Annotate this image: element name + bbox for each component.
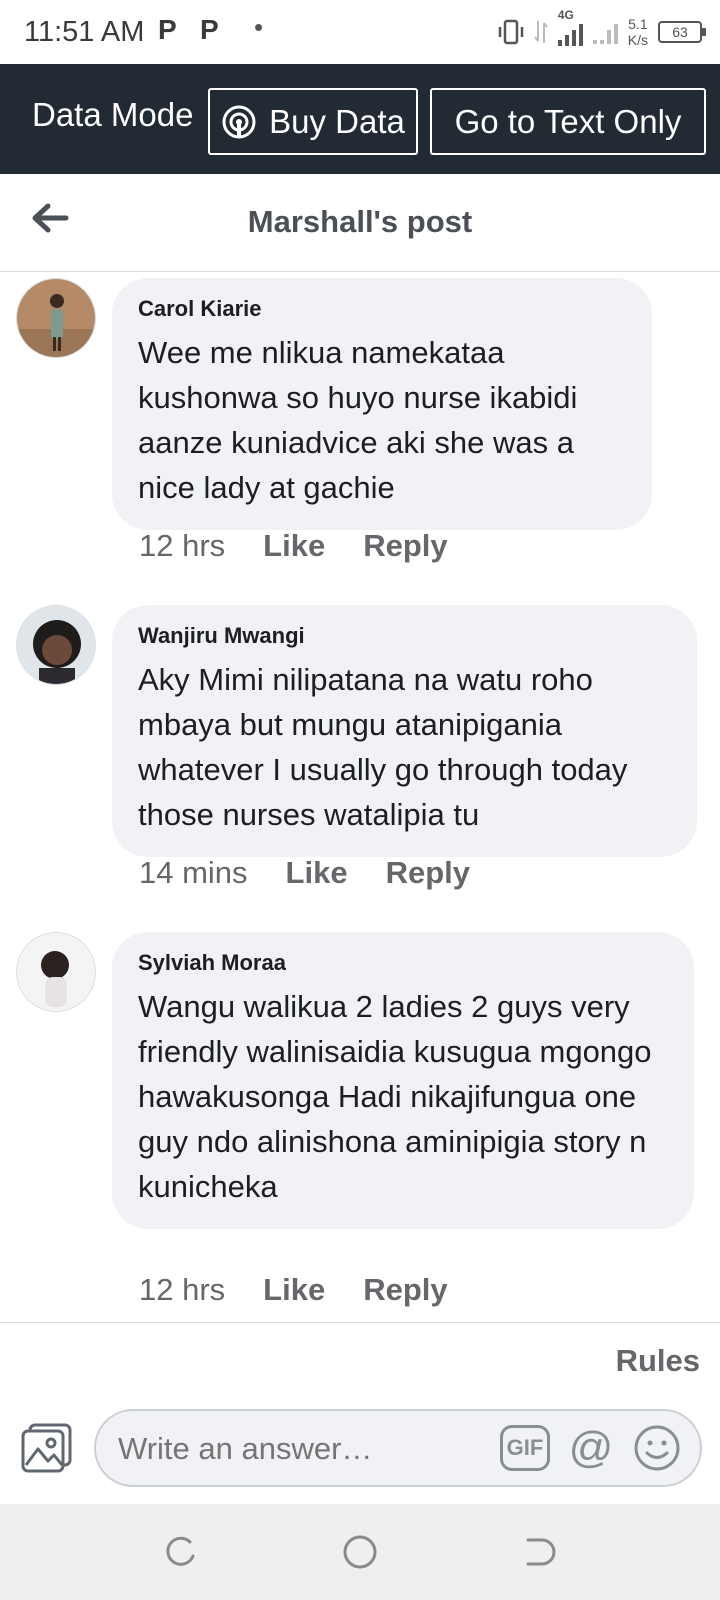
like-button[interactable]: Like [263, 1272, 325, 1308]
network-speed: 5.1 K/s [627, 16, 648, 48]
text-only-button[interactable]: Go to Text Only [430, 88, 706, 155]
broadcast-icon [222, 105, 256, 138]
comment-text: Wee me nlikua namekataa kushonwa so huyo… [138, 335, 578, 505]
composer-area: Rules GIF @ [0, 1322, 720, 1504]
avatar-image [17, 606, 95, 684]
recent-apps-icon [166, 1536, 195, 1566]
home-button[interactable] [340, 1532, 380, 1572]
like-button[interactable]: Like [263, 528, 325, 564]
photo-button[interactable] [20, 1423, 74, 1473]
system-nav-bar [0, 1504, 720, 1600]
vibrate-icon [498, 19, 524, 45]
comment-bubble: Wanjiru Mwangi Aky Mimi nilipatana na wa… [112, 605, 697, 857]
signal-4g-icon: 4G [557, 8, 583, 46]
back-nav-icon [526, 1538, 556, 1566]
notification-dot-icon: • [254, 12, 264, 42]
comment-actions: 12 hrs Like Reply [139, 528, 448, 564]
notification-p-icon: P [158, 14, 177, 45]
answer-box[interactable]: GIF @ [94, 1409, 702, 1487]
photo-icon [21, 1423, 72, 1473]
emoji-icon [634, 1425, 680, 1471]
status-time: 11:51 AM [24, 16, 145, 48]
reply-button[interactable]: Reply [386, 855, 470, 891]
comment-actions: 12 hrs Like Reply [139, 1272, 448, 1308]
back-nav-button[interactable] [520, 1532, 560, 1572]
comment-author[interactable]: Sylviah Moraa [138, 950, 668, 976]
avatar-image [17, 933, 95, 1011]
comment-bubble: Sylviah Moraa Wangu walikua 2 ladies 2 g… [112, 932, 694, 1229]
like-button[interactable]: Like [286, 855, 348, 891]
avatar[interactable] [16, 932, 96, 1012]
comment-bubble: Carol Kiarie Wee me nlikua namekataa kus… [112, 278, 652, 530]
battery-icon: 63 [658, 21, 706, 43]
gif-button[interactable]: GIF [500, 1425, 550, 1471]
data-transfer-icon [533, 21, 548, 43]
text-only-label: Go to Text Only [454, 102, 682, 140]
avatar[interactable] [16, 605, 96, 685]
comment-time[interactable]: 12 hrs [139, 1272, 225, 1308]
avatar[interactable] [16, 278, 96, 358]
page-title: Marshall's post [247, 204, 473, 239]
data-mode-label: Data Mode [32, 96, 194, 133]
signal-sim2-icon [592, 20, 618, 44]
answer-input[interactable] [118, 1431, 478, 1467]
status-bar: 11:51 AM P P • 4G 5.1 K/s 63 [0, 0, 720, 64]
comment-text: Aky Mimi nilipatana na watu roho mbaya b… [138, 662, 628, 832]
data-mode-bar: Data Mode Buy Data Go to Text Only [0, 64, 720, 174]
buy-data-button[interactable]: Buy Data [208, 88, 418, 155]
reply-button[interactable]: Reply [363, 528, 447, 564]
comment-author[interactable]: Carol Kiarie [138, 296, 626, 322]
reply-button[interactable]: Reply [363, 1272, 447, 1308]
home-icon [343, 1535, 377, 1569]
emoji-button[interactable] [632, 1423, 682, 1473]
avatar-image [17, 279, 95, 357]
comment-time[interactable]: 12 hrs [139, 528, 225, 564]
comment-actions: 14 mins Like Reply [139, 855, 470, 891]
recent-apps-button[interactable] [160, 1532, 200, 1572]
status-icons: 4G 5.1 K/s 63 [498, 8, 706, 50]
comment-text: Wangu walikua 2 ladies 2 guys very frien… [138, 989, 652, 1204]
rules-link[interactable]: Rules [616, 1343, 700, 1379]
notification-p-icon: P [200, 14, 219, 45]
comment-time[interactable]: 14 mins [139, 855, 248, 891]
buy-data-label: Buy Data [269, 102, 405, 140]
post-header: Marshall's post [0, 174, 720, 272]
mention-button[interactable]: @ [566, 1423, 616, 1473]
comment-author[interactable]: Wanjiru Mwangi [138, 623, 671, 649]
